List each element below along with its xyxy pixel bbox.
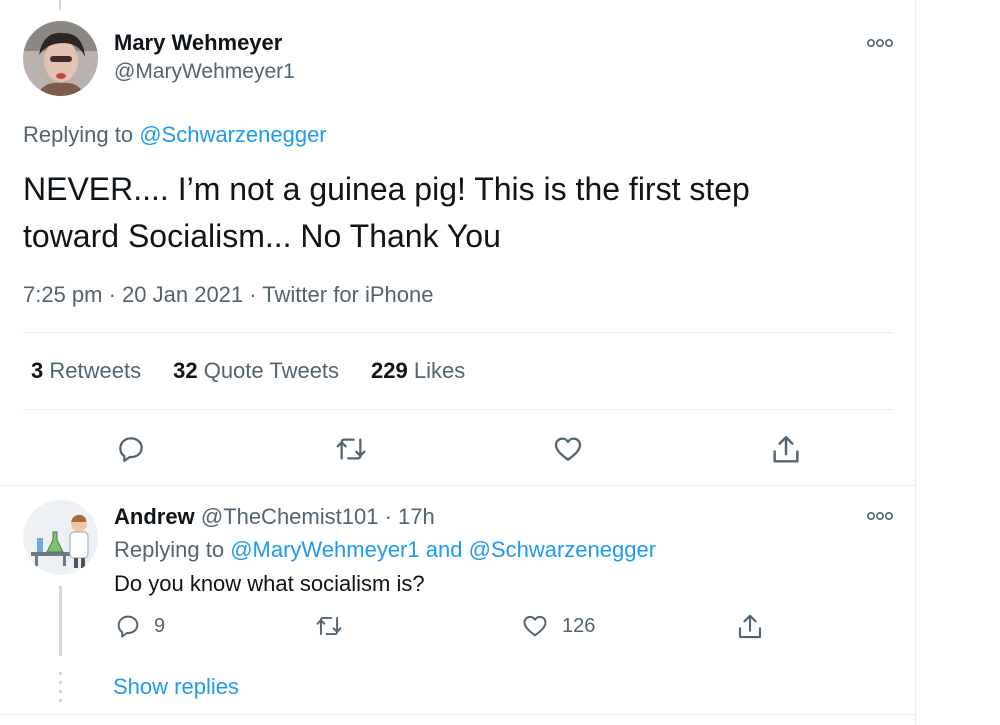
retweet-icon: [316, 616, 342, 636]
tweet-meta[interactable]: 7:25 pm · 20 Jan 2021 · Twitter for iPho…: [23, 282, 434, 308]
retweets-stat[interactable]: 3 Retweets: [31, 358, 141, 384]
share-icon: [738, 614, 762, 639]
reply-replying-and: and: [425, 537, 463, 562]
replying-to: Replying to @Schwarzenegger: [23, 122, 327, 148]
author-avatar[interactable]: [23, 21, 98, 96]
quote-tweets-stat[interactable]: 32 Quote Tweets: [173, 358, 339, 384]
thread-line: [59, 586, 62, 656]
more-button[interactable]: [866, 36, 894, 50]
reply-author-handle[interactable]: @TheChemist101: [201, 504, 379, 529]
reply-replying-to: Replying to @MaryWehmeyer1 and @Schwarze…: [114, 537, 656, 563]
tweet-text: NEVER.... I’m not a guinea pig! This is …: [23, 166, 883, 260]
reply-more-button[interactable]: [866, 509, 894, 523]
reply-share-button[interactable]: [735, 612, 765, 642]
reply-header: Andrew @TheChemist101 · 17h: [114, 504, 435, 530]
retweet-icon: [336, 438, 366, 460]
reply-reply-button[interactable]: 9: [114, 612, 165, 640]
like-icon: [554, 437, 582, 461]
thread-line-top: [59, 0, 61, 10]
divider: [0, 485, 915, 486]
show-replies-link[interactable]: Show replies: [113, 674, 239, 700]
reply-count: 9: [154, 614, 166, 637]
tweet-stats: 3 Retweets 32 Quote Tweets 229 Likes: [31, 358, 497, 384]
retweet-button[interactable]: [333, 433, 369, 465]
more-icon: [866, 38, 893, 48]
more-icon: [866, 511, 893, 521]
replying-to-link[interactable]: @Schwarzenegger: [139, 122, 326, 147]
reply-time[interactable]: · 17h: [385, 504, 435, 529]
divider: [0, 714, 915, 715]
reply-text: Do you know what socialism is?: [114, 571, 425, 596]
thread-dots: [59, 672, 62, 702]
author-handle[interactable]: @MaryWehmeyer1: [114, 60, 295, 84]
reply-like-button[interactable]: 126: [520, 612, 595, 640]
share-button[interactable]: [769, 433, 803, 467]
tweet-text-line2: toward Socialism... No Thank You: [23, 218, 501, 254]
tweet-text-line1: NEVER.... I’m not a guinea pig! This is …: [23, 171, 750, 207]
reply-author-name[interactable]: Andrew: [114, 504, 195, 529]
author-name[interactable]: Mary Wehmeyer: [114, 30, 282, 56]
like-icon: [523, 615, 547, 637]
reply-icon: [117, 615, 139, 638]
replying-prefix: Replying to: [23, 122, 134, 147]
share-icon: [773, 436, 799, 463]
likes-stat[interactable]: 229 Likes: [371, 358, 465, 384]
reply-replying-link-2[interactable]: @Schwarzenegger: [469, 537, 656, 562]
reply-replying-link-1[interactable]: @MaryWehmeyer1: [230, 537, 419, 562]
like-button[interactable]: [551, 433, 585, 465]
reply-author-avatar[interactable]: [23, 500, 98, 575]
reply-retweet-button[interactable]: [314, 612, 356, 640]
divider: [23, 332, 893, 333]
reply-like-count: 126: [562, 614, 596, 637]
reply-button[interactable]: [114, 433, 148, 465]
reply-icon: [119, 437, 143, 463]
reply-replying-prefix: Replying to: [114, 537, 225, 562]
column-border: [915, 0, 916, 725]
divider: [23, 409, 893, 410]
